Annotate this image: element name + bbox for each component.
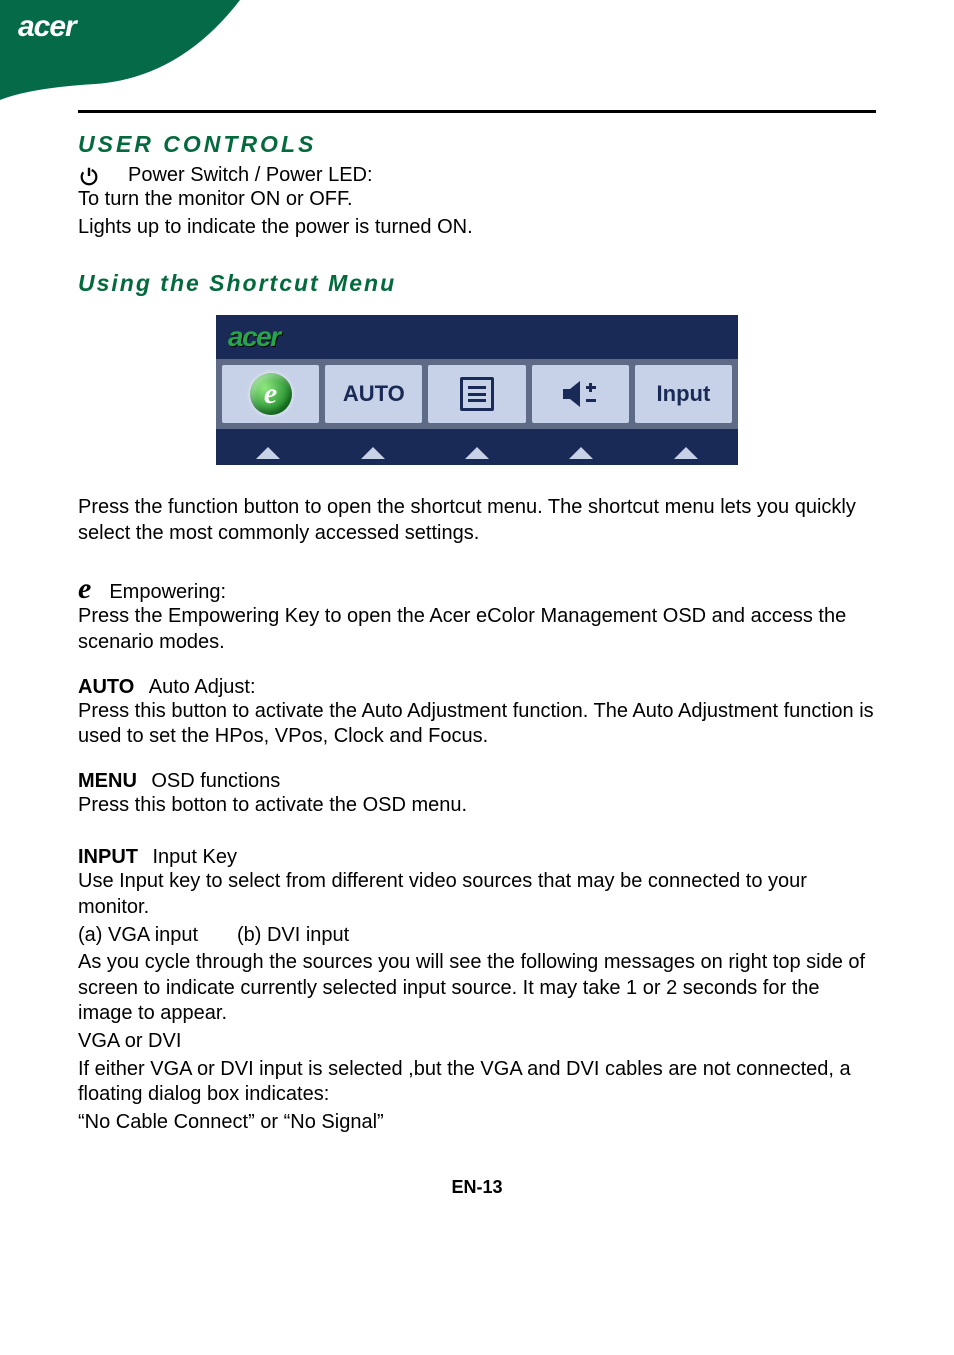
input-line3: As you cycle through the sources you wil…: [78, 950, 876, 1027]
empowering-body: Press the Empowering Key to open the Ace…: [78, 604, 876, 655]
osd-titlebar: acer: [216, 315, 738, 359]
osd-panel: acer e AUTO: [216, 315, 738, 465]
power-icon: [78, 165, 100, 187]
brand-logo: acer: [18, 10, 76, 44]
osd-menu-button[interactable]: [428, 365, 525, 423]
horizontal-rule: [78, 110, 876, 113]
auto-title: Auto Adjust:: [149, 676, 256, 698]
arrow-up-icon: [256, 447, 280, 459]
shortcut-intro: Press the function button to open the sh…: [78, 495, 876, 546]
arrow-up-icon: [674, 447, 698, 459]
osd-empowering-button[interactable]: e: [222, 365, 319, 423]
auto-body: Press this button to activate the Auto A…: [78, 699, 876, 750]
power-label: Power Switch / Power LED:: [128, 164, 373, 187]
input-title: Input Key: [152, 846, 237, 868]
section-title-user-controls: USER CONTROLS: [78, 131, 876, 158]
section-title-shortcut-menu: Using the Shortcut Menu: [78, 270, 876, 297]
empowering-title: Empowering:: [109, 581, 226, 604]
input-line6: “No Cable Connect” or “No Signal”: [78, 1110, 876, 1136]
osd-brand-logo: acer: [228, 321, 280, 353]
input-line5: If either VGA or DVI input is selected ,…: [78, 1057, 876, 1108]
auto-heading: AUTO Auto Adjust:: [78, 676, 876, 699]
volume-icon: [560, 377, 600, 411]
header-curve-graphic: [0, 0, 954, 100]
empowering-e-icon: e: [78, 574, 91, 604]
page-header: acer: [0, 0, 954, 100]
empowering-heading: e Empowering:: [78, 574, 876, 604]
osd-figure: acer e AUTO: [78, 315, 876, 465]
osd-arrow-row: [216, 429, 738, 465]
menu-title: OSD functions: [151, 770, 280, 792]
arrow-up-icon: [569, 447, 593, 459]
osd-auto-button[interactable]: AUTO: [325, 365, 422, 423]
power-line1: To turn the monitor ON or OFF.: [78, 187, 876, 213]
empowering-icon: e: [250, 373, 292, 415]
power-row: Power Switch / Power LED:: [78, 164, 876, 187]
input-line4: VGA or DVI: [78, 1029, 876, 1055]
input-line2: (a) VGA input (b) DVI input: [78, 923, 876, 949]
menu-prefix: MENU: [78, 770, 137, 792]
input-heading: INPUT Input Key: [78, 846, 876, 869]
osd-volume-button[interactable]: [532, 365, 629, 423]
input-prefix: INPUT: [78, 846, 138, 868]
power-line2: Lights up to indicate the power is turne…: [78, 215, 876, 241]
auto-prefix: AUTO: [78, 676, 134, 698]
osd-button-row: e AUTO Input: [216, 359, 738, 429]
menu-body: Press this botton to activate the OSD me…: [78, 793, 876, 819]
menu-heading: MENU OSD functions: [78, 770, 876, 793]
osd-input-button[interactable]: Input: [635, 365, 732, 423]
page-number: EN-13: [78, 1177, 876, 1198]
page-content: USER CONTROLS Power Switch / Power LED: …: [0, 110, 954, 1228]
menu-icon: [460, 377, 494, 411]
arrow-up-icon: [465, 447, 489, 459]
input-line1: Use Input key to select from different v…: [78, 869, 876, 920]
arrow-up-icon: [361, 447, 385, 459]
